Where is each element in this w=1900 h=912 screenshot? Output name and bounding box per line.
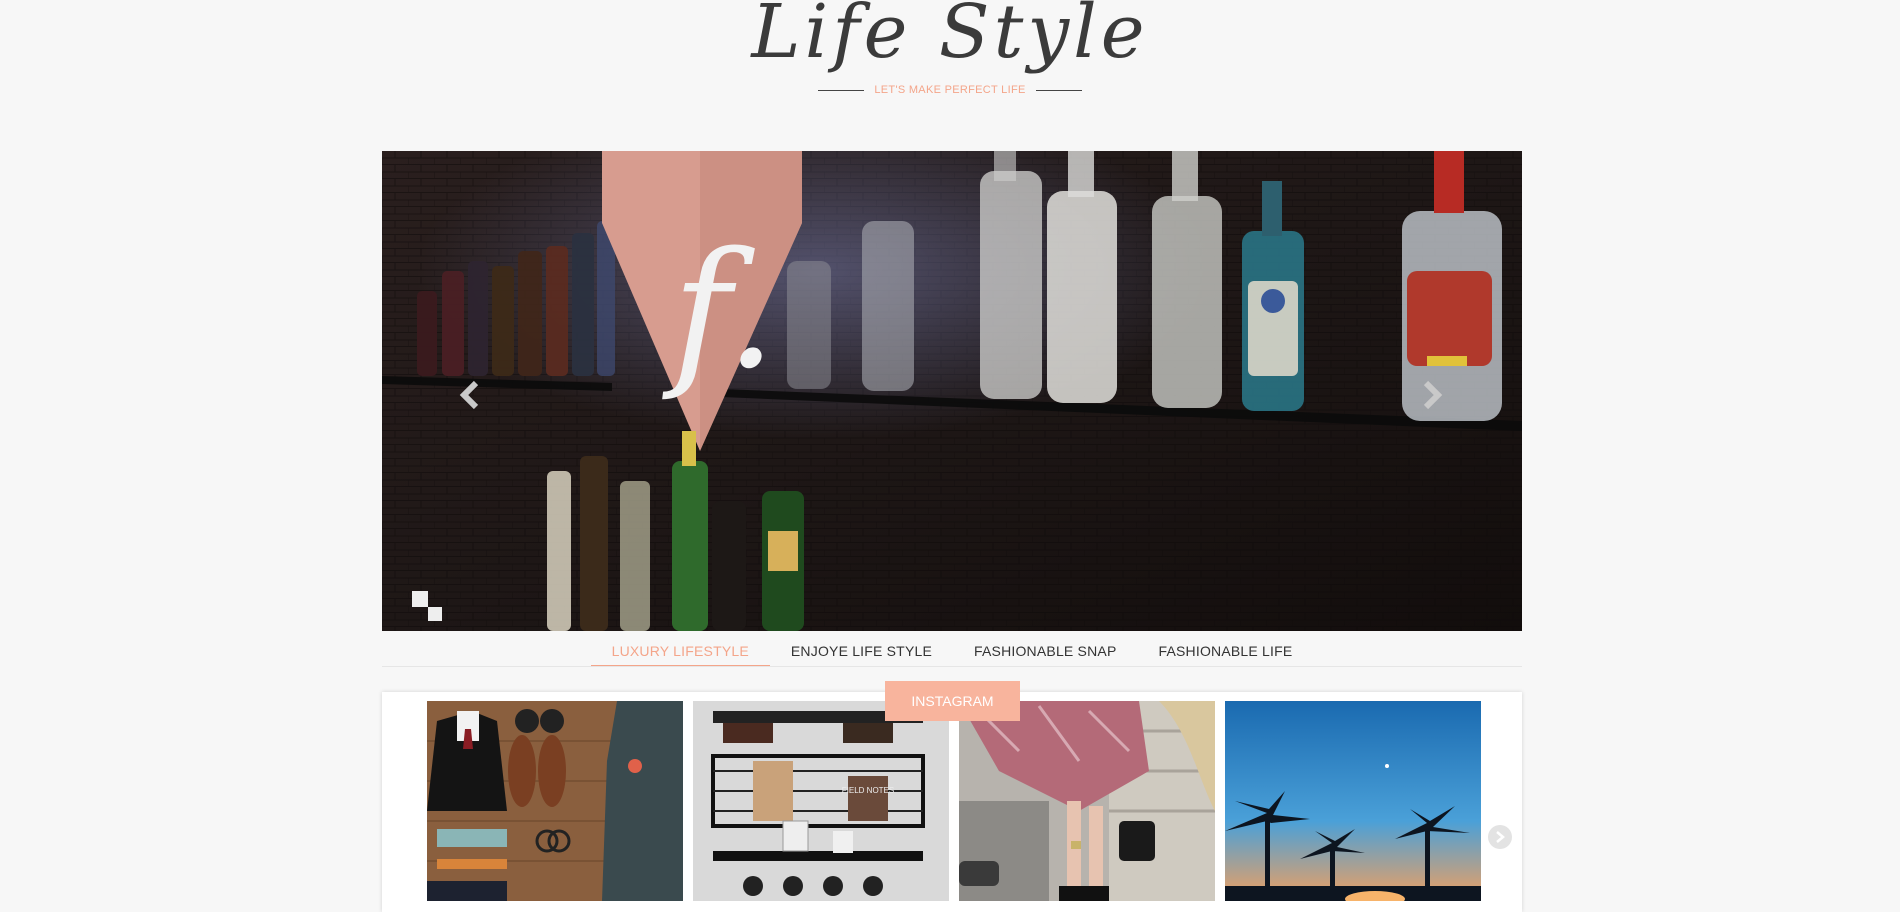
thumb-notebook-label: FIELD NOTES [842, 786, 894, 795]
tagline-row: LET'S MAKE PERFECT LIFE [0, 84, 1900, 96]
slide-logo-letter: f. [662, 217, 776, 404]
slider-next-button[interactable] [1412, 375, 1452, 415]
tab-luxury-lifestyle[interactable]: LUXURY LIFESTYLE [590, 640, 770, 666]
tagline: LET'S MAKE PERFECT LIFE [874, 84, 1026, 96]
instagram-button[interactable]: INSTAGRAM [885, 681, 1020, 721]
tab-enjoye-life-style[interactable]: ENJOYE LIFE STYLE [770, 640, 953, 665]
chevron-right-icon [1423, 380, 1443, 410]
instagram-thumb-rack[interactable]: FIELD NOTES [693, 701, 949, 901]
tab-fashionable-life[interactable]: FASHIONABLE LIFE [1137, 640, 1313, 665]
site-title[interactable]: Life Style [0, 0, 1900, 80]
instagram-thumb-palm-trees[interactable] [1225, 701, 1481, 901]
slide-image-bar-shelves: f. [382, 151, 1522, 631]
category-tabs: LUXURY LIFESTYLE ENJOYE LIFE STYLE FASHI… [382, 640, 1522, 667]
instagram-next-button[interactable] [1488, 825, 1512, 849]
chevron-left-icon [459, 380, 479, 410]
tagline-rule-right [1035, 89, 1082, 91]
instagram-thumb-street-fashion[interactable] [959, 701, 1215, 901]
tab-fashionable-snap[interactable]: FASHIONABLE SNAP [953, 640, 1137, 665]
instagram-thumb-outfit[interactable] [427, 701, 683, 901]
tagline-rule-left [818, 89, 865, 91]
chevron-right-icon [1496, 831, 1505, 843]
hero-slider[interactable]: f. [382, 151, 1522, 631]
slider-prev-button[interactable] [450, 375, 490, 415]
